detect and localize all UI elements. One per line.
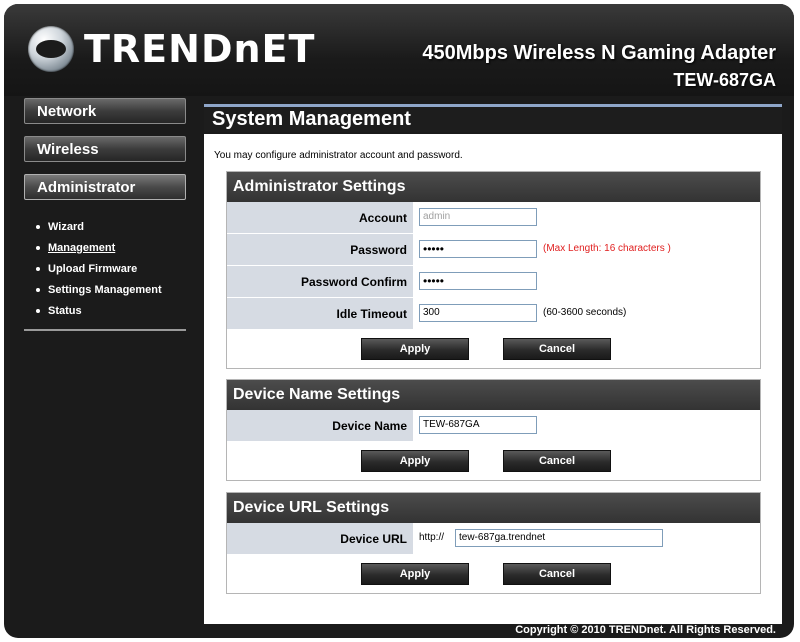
password-hint: (Max Length: 16 characters ) <box>543 243 671 254</box>
admin-button-row: Apply Cancel <box>227 330 760 368</box>
submenu-item-label: Settings Management <box>48 283 162 296</box>
footer: Copyright © 2010 TRENDnet. All Rights Re… <box>4 624 794 638</box>
device-name-row: Device Name TEW-687GA <box>227 410 760 442</box>
section-title: Device Name Settings <box>227 380 760 410</box>
submenu-item-wizard[interactable]: Wizard <box>24 216 186 237</box>
device-url-cancel-button[interactable]: Cancel <box>503 563 611 585</box>
bullet-icon <box>36 287 40 292</box>
bullet-icon <box>36 266 40 271</box>
idle-timeout-label: Idle Timeout <box>227 298 413 329</box>
password-confirm-row: Password Confirm ••••• <box>227 266 760 298</box>
sidebar-item-administrator[interactable]: Administrator <box>24 174 186 200</box>
bullet-icon <box>36 224 40 229</box>
admin-apply-button[interactable]: Apply <box>361 338 469 360</box>
app-frame: TRENDnET 450Mbps Wireless N Gaming Adapt… <box>4 4 794 638</box>
administrator-settings-section: Administrator Settings Account admin Pas… <box>226 171 761 369</box>
bullet-icon <box>36 245 40 250</box>
device-name-apply-button[interactable]: Apply <box>361 450 469 472</box>
device-name-label: Device Name <box>227 410 413 441</box>
sidebar: Network Wireless Administrator Wizard Ma… <box>24 98 186 331</box>
trendnet-logo-icon <box>28 26 74 72</box>
page-title: System Management <box>204 104 782 132</box>
device-url-apply-button[interactable]: Apply <box>361 563 469 585</box>
product-title: 450Mbps Wireless N Gaming Adapter <box>422 42 776 64</box>
password-field[interactable]: ••••• <box>419 240 537 258</box>
device-name-button-row: Apply Cancel <box>227 442 760 480</box>
account-field: admin <box>419 208 537 226</box>
submenu-item-settings-management[interactable]: Settings Management <box>24 279 186 300</box>
device-url-prefix: http:// <box>419 532 445 543</box>
logo-text: TRENDnET <box>84 27 316 71</box>
device-name-cancel-button[interactable]: Cancel <box>503 450 611 472</box>
password-confirm-label: Password Confirm <box>227 266 413 297</box>
sidebar-item-network[interactable]: Network <box>24 98 186 124</box>
device-url-row: Device URL http:// tew-687ga.trendnet <box>227 523 760 555</box>
account-row: Account admin <box>227 202 760 234</box>
copyright-text: Copyright © 2010 TRENDnet. All Rights Re… <box>515 624 776 636</box>
main-content: You may configure administrator account … <box>204 134 782 624</box>
section-title: Administrator Settings <box>227 172 760 202</box>
idle-timeout-row: Idle Timeout 300 (60-3600 seconds) <box>227 298 760 330</box>
device-url-settings-section: Device URL Settings Device URL http:// t… <box>226 492 761 594</box>
admin-cancel-button[interactable]: Cancel <box>503 338 611 360</box>
device-url-label: Device URL <box>227 523 413 554</box>
password-confirm-field[interactable]: ••••• <box>419 272 537 290</box>
submenu-item-management[interactable]: Management <box>24 237 186 258</box>
submenu-item-label: Upload Firmware <box>48 262 138 275</box>
device-name-settings-section: Device Name Settings Device Name TEW-687… <box>226 379 761 481</box>
intro-text: You may configure administrator account … <box>214 150 463 161</box>
administrator-submenu: Wizard Management Upload Firmware Settin… <box>24 212 186 331</box>
submenu-item-label: Status <box>48 304 82 317</box>
submenu-item-status[interactable]: Status <box>24 300 186 321</box>
device-url-button-row: Apply Cancel <box>227 555 760 593</box>
submenu-item-label: Wizard <box>48 220 84 233</box>
password-row: Password ••••• (Max Length: 16 character… <box>227 234 760 266</box>
bullet-icon <box>36 308 40 313</box>
idle-timeout-hint: (60-3600 seconds) <box>543 307 627 318</box>
product-model: TEW-687GA <box>673 70 776 90</box>
logo: TRENDnET <box>28 26 315 72</box>
submenu-item-label: Management <box>48 241 116 254</box>
submenu-item-upload-firmware[interactable]: Upload Firmware <box>24 258 186 279</box>
device-url-field[interactable]: tew-687ga.trendnet <box>455 529 663 547</box>
account-label: Account <box>227 202 413 233</box>
sidebar-item-wireless[interactable]: Wireless <box>24 136 186 162</box>
header: TRENDnET 450Mbps Wireless N Gaming Adapt… <box>4 4 794 96</box>
password-label: Password <box>227 234 413 265</box>
device-name-field[interactable]: TEW-687GA <box>419 416 537 434</box>
idle-timeout-field[interactable]: 300 <box>419 304 537 322</box>
section-title: Device URL Settings <box>227 493 760 523</box>
